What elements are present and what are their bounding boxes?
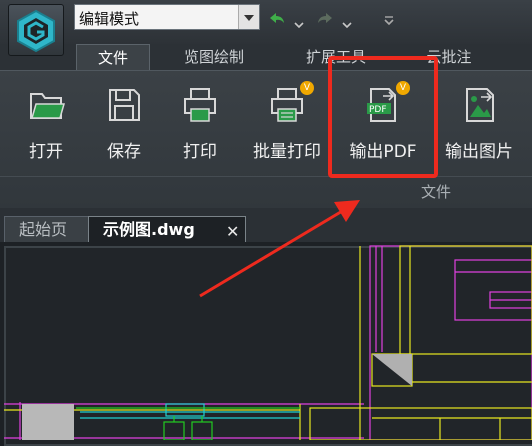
printer-icon — [184, 88, 216, 122]
customize-toolbar-icon[interactable] — [384, 12, 394, 31]
print-button[interactable]: 打印 — [172, 75, 228, 179]
doc-tab-start-page[interactable]: 起始页 — [4, 216, 92, 242]
open-button-label: 打开 — [29, 142, 63, 162]
mode-select[interactable]: 编辑模式 — [74, 4, 260, 30]
app-logo-icon — [17, 9, 55, 53]
close-tab-icon[interactable]: ✕ — [226, 222, 239, 241]
ribbon-group-separator — [0, 176, 532, 177]
cad-column — [22, 404, 74, 440]
vip-badge: V — [300, 81, 314, 95]
export-image-button-label: 输出图片 — [445, 142, 513, 162]
batch-print-button-label: 批量打印 — [253, 142, 321, 162]
save-button-label: 保存 — [107, 142, 141, 162]
ribbon-group-label: 文件 — [420, 183, 451, 201]
doc-tab-example-dwg[interactable]: 示例图.dwg — [88, 216, 246, 242]
mode-select-value: 编辑模式 — [79, 10, 140, 28]
batch-print-button[interactable]: V 批量打印 — [253, 75, 321, 179]
export-image-button[interactable]: 输出图片 — [445, 75, 513, 179]
document-tab-bar: 起始页 示例图.dwg ✕ — [0, 208, 532, 242]
tab-file[interactable]: 文件 — [76, 44, 150, 70]
undo-icon[interactable] — [268, 10, 286, 29]
save-button[interactable]: 保存 — [96, 75, 152, 179]
cad-drawing — [4, 245, 532, 440]
ribbon-panel: 打开 保存 打印 V 批量打印 PDF V 输出PDF 输出图片 文件 — [0, 70, 532, 209]
redo-dropdown-icon[interactable] — [342, 14, 352, 33]
drawing-canvas[interactable] — [0, 242, 532, 446]
cad-yellow-lines — [4, 245, 532, 440]
app-logo[interactable] — [8, 4, 64, 56]
save-icon — [109, 89, 140, 121]
cad-magenta-lines — [4, 245, 532, 440]
highlight-box — [328, 56, 438, 178]
open-button[interactable]: 打开 — [18, 75, 74, 179]
image-export-icon — [466, 88, 494, 122]
ribbon-tab-row: 文件 览图绘制 扩展工具 云批注 — [0, 44, 532, 70]
cad-cyan-lines — [80, 403, 300, 419]
chevron-down-icon[interactable] — [238, 5, 259, 29]
redo-icon[interactable] — [316, 10, 334, 29]
cad-column — [372, 354, 412, 386]
folder-open-icon — [30, 93, 65, 119]
cad-green-lines — [76, 407, 300, 440]
title-bar: 编辑模式 — [0, 0, 532, 56]
undo-dropdown-icon[interactable] — [294, 14, 304, 33]
tab-view-draw[interactable]: 览图绘制 — [168, 44, 260, 70]
print-button-label: 打印 — [183, 142, 217, 162]
